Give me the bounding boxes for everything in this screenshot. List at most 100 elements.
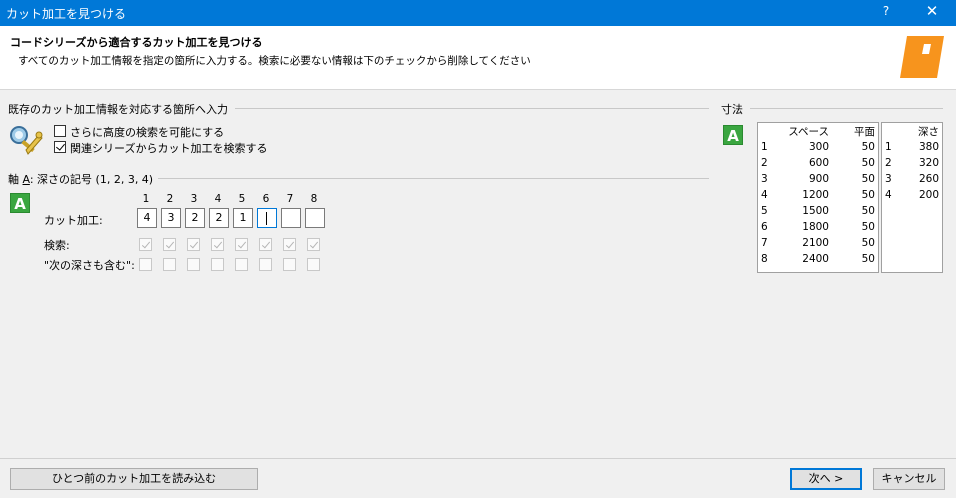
cut-input-8[interactable] xyxy=(305,208,325,228)
help-button[interactable]: ? xyxy=(876,4,896,18)
cut-input-2[interactable]: 3 xyxy=(161,208,181,228)
cut-input-6[interactable] xyxy=(257,208,277,228)
table-row[interactable]: 4 1200 50 xyxy=(758,187,878,203)
table-row[interactable]: 1 300 50 xyxy=(758,139,878,155)
table-row[interactable]: 6 1800 50 xyxy=(758,219,878,235)
table-row[interactable]: 3 900 50 xyxy=(758,171,878,187)
related-series-label: 関連シリーズからカット加工を検索する xyxy=(70,142,268,155)
table-header-cell: スペース xyxy=(788,125,829,138)
table-cell: 2100 xyxy=(802,237,829,249)
table-cell: 4 xyxy=(761,189,768,201)
table-header-cell: 平面 xyxy=(854,125,875,138)
advanced-search-label: さらに高度の検索を可能にする xyxy=(70,126,225,139)
table-cell: 2 xyxy=(885,157,892,169)
table-header-row: 深さ xyxy=(882,123,942,139)
table-cell: 380 xyxy=(918,141,939,153)
next-button[interactable]: 次へ > xyxy=(790,468,862,490)
table-cell: 2400 xyxy=(802,253,829,265)
table-header-row: スペース 平面 xyxy=(758,123,878,139)
axis-letter: A xyxy=(22,173,30,186)
table-cell: 50 xyxy=(861,173,875,185)
table-row[interactable]: 3 260 xyxy=(882,171,942,187)
table-row[interactable]: 7 2100 50 xyxy=(758,235,878,251)
table-row[interactable]: 8 2400 50 xyxy=(758,251,878,267)
table-header-cell: 深さ xyxy=(918,125,939,138)
table-cell: 5 xyxy=(761,205,768,217)
related-series-checkbox[interactable] xyxy=(54,141,66,153)
table-row[interactable]: 5 1500 50 xyxy=(758,203,878,219)
column-number: 3 xyxy=(190,193,198,205)
cancel-button[interactable]: キャンセル xyxy=(873,468,945,490)
window-title: カット加工を見つける xyxy=(6,7,127,21)
dimensions-label: 寸法 xyxy=(721,103,743,116)
table-cell: 50 xyxy=(861,221,875,233)
column-number: 4 xyxy=(214,193,222,205)
cut-input-3[interactable]: 2 xyxy=(185,208,205,228)
table-cell: 7 xyxy=(761,237,768,249)
close-button[interactable]: ✕ xyxy=(918,2,946,20)
axis-divider xyxy=(158,178,709,179)
table-cell: 50 xyxy=(861,141,875,153)
cut-input-4[interactable]: 2 xyxy=(209,208,229,228)
search-checkbox-3[interactable] xyxy=(187,238,200,251)
column-number: 1 xyxy=(142,193,150,205)
axis-label: 軸 A: 深さの記号 (1, 2, 3, 4) xyxy=(8,171,153,187)
search-checkbox-5[interactable] xyxy=(235,238,248,251)
advanced-search-checkbox[interactable] xyxy=(54,125,66,137)
header-title: コードシリーズから適合するカット加工を見つける xyxy=(10,36,263,49)
wizard-header: コードシリーズから適合するカット加工を見つける すべてのカット加工情報を指定の箇… xyxy=(0,26,956,90)
include-checkbox-6[interactable] xyxy=(259,258,272,271)
include-checkbox-4[interactable] xyxy=(211,258,224,271)
table-cell: 8 xyxy=(761,253,768,265)
table-cell: 4 xyxy=(885,189,892,201)
search-checkbox-7[interactable] xyxy=(283,238,296,251)
search-checkbox-8[interactable] xyxy=(307,238,320,251)
search-checkbox-6[interactable] xyxy=(259,238,272,251)
table-row[interactable]: 2 600 50 xyxy=(758,155,878,171)
column-number: 2 xyxy=(166,193,174,205)
table-row[interactable]: 1 380 xyxy=(882,139,942,155)
include-checkbox-7[interactable] xyxy=(283,258,296,271)
include-checkbox-1[interactable] xyxy=(139,258,152,271)
depth-table[interactable]: 深さ 1 380 2 320 3 260 4 200 xyxy=(881,122,943,273)
table-row[interactable]: 2 320 xyxy=(882,155,942,171)
axis-prefix: 軸 xyxy=(8,173,23,186)
table-cell: 50 xyxy=(861,189,875,201)
table-row[interactable]: 4 200 xyxy=(882,187,942,203)
table-cell: 600 xyxy=(808,157,829,169)
table-header-cell xyxy=(882,123,896,139)
title-bar: カット加工を見つける ? ✕ xyxy=(0,0,956,26)
include-checkbox-2[interactable] xyxy=(163,258,176,271)
table-cell: 6 xyxy=(761,221,768,233)
cut-input-5[interactable]: 1 xyxy=(233,208,253,228)
include-checkbox-8[interactable] xyxy=(307,258,320,271)
input-section-label: 既存のカット加工情報を対応する箇所へ入力 xyxy=(8,103,228,116)
table-cell: 260 xyxy=(918,173,939,185)
column-number: 7 xyxy=(286,193,294,205)
table-cell: 1 xyxy=(885,141,892,153)
text-caret xyxy=(266,212,267,225)
search-checkbox-2[interactable] xyxy=(163,238,176,251)
cut-label: カット加工: xyxy=(44,214,103,227)
table-cell: 1 xyxy=(761,141,768,153)
table-cell: 2 xyxy=(761,157,768,169)
load-previous-button[interactable]: ひとつ前のカット加工を読み込む xyxy=(10,468,258,490)
footer-divider xyxy=(0,458,956,459)
cut-input-7[interactable] xyxy=(281,208,301,228)
table-cell: 50 xyxy=(861,157,875,169)
input-section-divider xyxy=(235,108,709,109)
table-cell: 3 xyxy=(885,173,892,185)
include-checkbox-3[interactable] xyxy=(187,258,200,271)
cut-input-1[interactable]: 4 xyxy=(137,208,157,228)
table-cell: 50 xyxy=(861,237,875,249)
include-next-depth-label: "次の深さも含む": xyxy=(44,259,135,272)
search-keys-icon xyxy=(10,126,43,155)
table-cell: 1500 xyxy=(802,205,829,217)
table-cell: 50 xyxy=(861,205,875,217)
search-checkbox-4[interactable] xyxy=(211,238,224,251)
table-cell: 200 xyxy=(918,189,939,201)
table-cell: 300 xyxy=(808,141,829,153)
spacing-table[interactable]: スペース 平面 1 300 50 2 600 50 3 900 50 4 1200 50 5 15… xyxy=(757,122,879,273)
include-checkbox-5[interactable] xyxy=(235,258,248,271)
search-checkbox-1[interactable] xyxy=(139,238,152,251)
